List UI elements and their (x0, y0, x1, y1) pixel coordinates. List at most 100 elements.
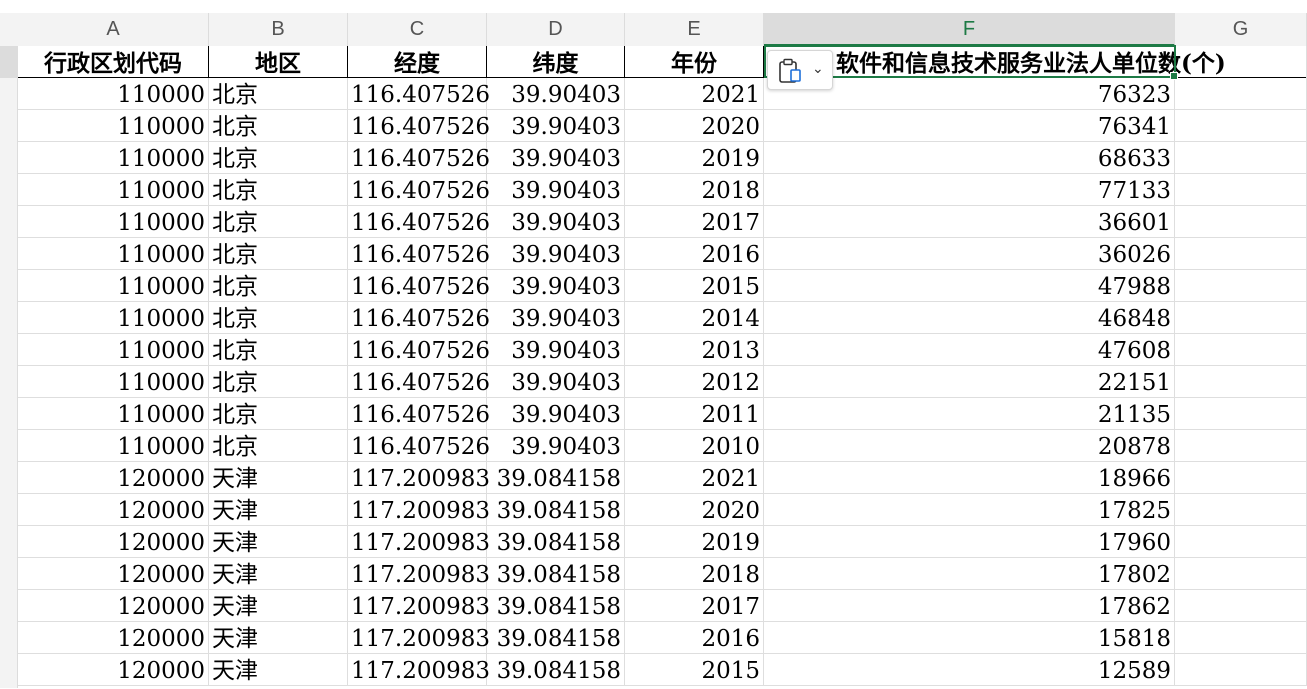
cell-region[interactable]: 北京 (209, 270, 348, 302)
cell-region[interactable]: 北京 (209, 142, 348, 174)
cell-code[interactable]: 110000 (18, 142, 209, 174)
cell-empty-g[interactable] (1175, 462, 1307, 494)
cell-empty-g[interactable] (1175, 366, 1307, 398)
cell-region[interactable]: 北京 (209, 366, 348, 398)
cell-latitude[interactable]: 39.90403 (487, 174, 625, 206)
cell-empty-g[interactable] (1175, 558, 1307, 590)
cell-year[interactable]: 2021 (625, 462, 764, 494)
cell-longitude[interactable]: 116.407526 (348, 78, 490, 110)
cell-longitude[interactable]: 116.407526 (348, 110, 490, 142)
cell-code[interactable]: 120000 (18, 526, 209, 558)
cell-longitude[interactable]: 116.407526 (348, 238, 490, 270)
cell-unit-count[interactable]: 36601 (764, 206, 1175, 238)
cell-longitude[interactable]: 116.407526 (348, 334, 490, 366)
cell-longitude[interactable]: 117.200983 (348, 462, 490, 494)
cell-year[interactable]: 2020 (625, 110, 764, 142)
cell-latitude[interactable]: 39.084158 (487, 494, 625, 526)
cell-code[interactable]: 120000 (18, 462, 209, 494)
cell-year[interactable]: 2010 (625, 430, 764, 462)
cell-longitude[interactable]: 116.407526 (348, 174, 490, 206)
cell-latitude[interactable]: 39.90403 (487, 430, 625, 462)
cell-latitude[interactable]: 39.084158 (487, 590, 625, 622)
cell-unit-count[interactable]: 77133 (764, 174, 1175, 206)
cell-unit-count[interactable]: 21135 (764, 398, 1175, 430)
cell-year[interactable]: 2011 (625, 398, 764, 430)
column-header-d[interactable]: D (487, 13, 625, 46)
cell-region[interactable]: 天津 (209, 494, 348, 526)
cell-longitude[interactable]: 117.200983 (348, 558, 490, 590)
column-header-g[interactable]: G (1175, 13, 1307, 46)
cell-latitude[interactable]: 39.084158 (487, 654, 625, 686)
spreadsheet-grid[interactable]: 行政区划代码 地区 经度 纬度 年份 软件和信息技术服务业法人单位数(个) 11… (18, 46, 1307, 688)
cell-latitude[interactable]: 39.90403 (487, 206, 625, 238)
cell-latitude[interactable]: 39.90403 (487, 142, 625, 174)
cell-longitude[interactable]: 116.407526 (348, 302, 490, 334)
cell-unit-count[interactable]: 17802 (764, 558, 1175, 590)
cell-unit-count[interactable]: 76341 (764, 110, 1175, 142)
cell-year[interactable]: 2014 (625, 302, 764, 334)
cell-longitude[interactable]: 116.407526 (348, 398, 490, 430)
cell-unit-count[interactable]: 36026 (764, 238, 1175, 270)
cell-longitude[interactable]: 116.407526 (348, 430, 490, 462)
cell-latitude[interactable]: 39.90403 (487, 78, 625, 110)
cell-code[interactable]: 110000 (18, 174, 209, 206)
cell-unit-count[interactable]: 46848 (764, 302, 1175, 334)
cell-code[interactable]: 120000 (18, 494, 209, 526)
cell-longitude[interactable]: 116.407526 (348, 270, 490, 302)
cell-unit-count[interactable]: 47988 (764, 270, 1175, 302)
cell-region[interactable]: 北京 (209, 430, 348, 462)
cell-latitude[interactable]: 39.90403 (487, 398, 625, 430)
cell-empty-g[interactable] (1175, 430, 1307, 462)
cell-unit-count[interactable]: 22151 (764, 366, 1175, 398)
cell-empty-g[interactable] (1175, 526, 1307, 558)
cell-code[interactable]: 110000 (18, 270, 209, 302)
cell-code[interactable]: 110000 (18, 334, 209, 366)
cell-unit-count[interactable]: 15818 (764, 622, 1175, 654)
cell-year[interactable]: 2020 (625, 494, 764, 526)
cell-empty-g[interactable] (1175, 334, 1307, 366)
cell-code[interactable]: 120000 (18, 622, 209, 654)
cell-code[interactable]: 110000 (18, 238, 209, 270)
header-cell-year[interactable]: 年份 (625, 46, 764, 78)
cell-longitude[interactable]: 116.407526 (348, 206, 490, 238)
cell-longitude[interactable]: 116.407526 (348, 142, 490, 174)
cell-empty-g[interactable] (1175, 302, 1307, 334)
cell-longitude[interactable]: 117.200983 (348, 494, 490, 526)
cell-year[interactable]: 2015 (625, 654, 764, 686)
cell-region[interactable]: 北京 (209, 206, 348, 238)
cell-unit-count[interactable]: 20878 (764, 430, 1175, 462)
column-header-c[interactable]: C (348, 13, 487, 46)
cell-year[interactable]: 2021 (625, 78, 764, 110)
cell-longitude[interactable]: 117.200983 (348, 622, 490, 654)
cell-empty-g[interactable] (1175, 270, 1307, 302)
cell-year[interactable]: 2018 (625, 174, 764, 206)
cell-region[interactable]: 北京 (209, 78, 348, 110)
cell-latitude[interactable]: 39.084158 (487, 622, 625, 654)
cell-latitude[interactable]: 39.90403 (487, 110, 625, 142)
cell-latitude[interactable]: 39.90403 (487, 366, 625, 398)
header-cell-latitude[interactable]: 纬度 (487, 46, 625, 78)
cell-empty-g[interactable] (1175, 238, 1307, 270)
header-cell-code[interactable]: 行政区划代码 (18, 46, 209, 78)
cell-code[interactable]: 110000 (18, 78, 209, 110)
cell-region[interactable]: 北京 (209, 238, 348, 270)
cell-year[interactable]: 2019 (625, 142, 764, 174)
cell-empty-g[interactable] (1175, 78, 1307, 110)
cell-empty-g[interactable] (1175, 110, 1307, 142)
cell-code[interactable]: 110000 (18, 366, 209, 398)
cell-longitude[interactable]: 117.200983 (348, 526, 490, 558)
select-all-corner[interactable] (0, 13, 18, 46)
cell-latitude[interactable]: 39.90403 (487, 334, 625, 366)
row-header-bar[interactable] (0, 46, 18, 688)
cell-region[interactable]: 天津 (209, 526, 348, 558)
cell-region[interactable]: 天津 (209, 590, 348, 622)
cell-region[interactable]: 北京 (209, 174, 348, 206)
cell-empty-g[interactable] (1175, 142, 1307, 174)
cell-year[interactable]: 2018 (625, 558, 764, 590)
cell-year[interactable]: 2017 (625, 206, 764, 238)
cell-region[interactable]: 天津 (209, 654, 348, 686)
cell-unit-count[interactable]: 18966 (764, 462, 1175, 494)
cell-unit-count[interactable]: 17825 (764, 494, 1175, 526)
cell-region[interactable]: 北京 (209, 302, 348, 334)
cell-latitude[interactable]: 39.90403 (487, 238, 625, 270)
